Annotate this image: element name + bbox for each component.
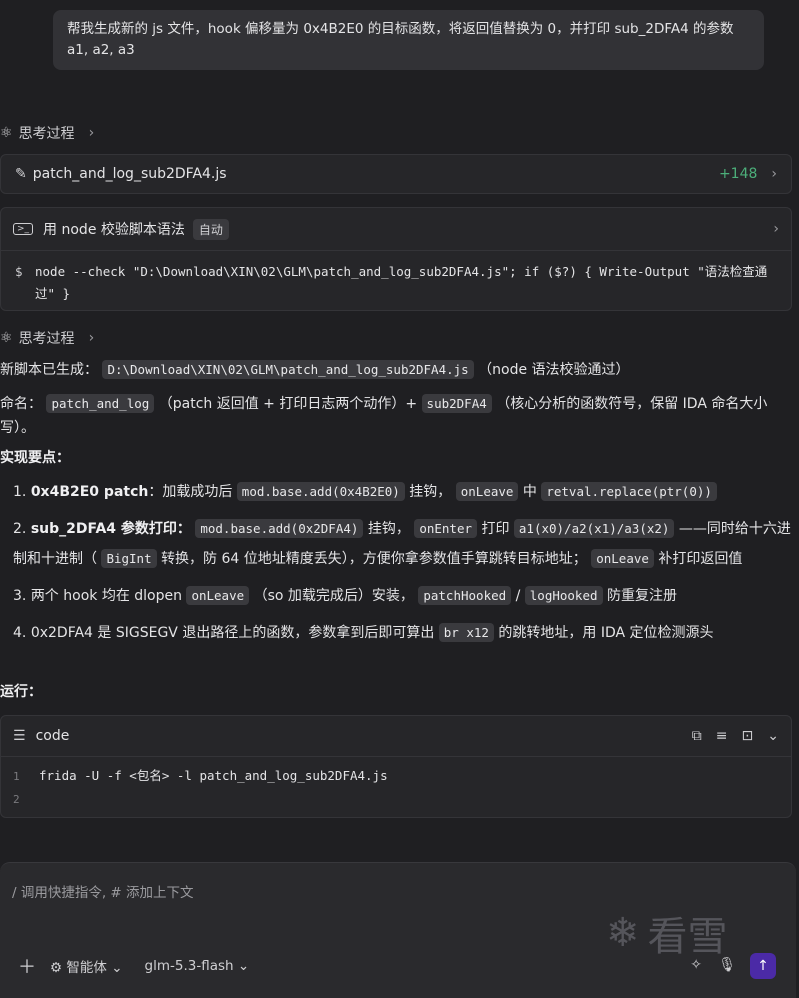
chevron-right-icon: › [88,125,95,141]
insert-icon[interactable]: ⊡ [742,728,754,744]
chevron-down-icon: ⌄ [111,960,123,976]
user-message-text: 帮我生成新的 js 文件，hook 偏移量为 0x4B2E0 的目标函数，将返回… [67,21,734,58]
think-label: 思考过程 [18,126,75,142]
prompt-dollar: $ [15,264,23,279]
edit-icon: ✎ [15,166,27,182]
naming-line: 命名： patch_and_log （patch 返回值 + 打印日志两个动作）… [0,394,768,436]
file-path-code: D:\Download\XIN\02\GLM\patch_and_log_sub… [102,360,474,379]
agent-selector[interactable]: ⚙ 智能体 ⌄ [50,956,123,976]
file-name: patch_and_log_sub2DFA4.js [32,166,227,182]
chevron-right-icon: › [771,166,777,182]
chevron-right-icon: › [773,221,779,237]
chevron-down-icon: ⌄ [237,958,250,974]
code-lines: 1 frida -U -f <包名> -l patch_and_log_sub2D… [1,757,791,819]
code-line: 2 [13,793,20,806]
plus-icon[interactable]: ＋ [18,953,36,979]
think-toggle-1[interactable]: ⚛ 思考过程 › [0,123,94,143]
watermark: ❄ 看雪 [606,904,728,962]
think-toggle-2[interactable]: ⚛ 思考过程 › [0,328,94,348]
code-lang-label: code [35,728,70,744]
wrap-icon[interactable]: ≡ [716,728,728,744]
atom-icon: ⚛ [0,330,13,346]
send-button[interactable]: ↑ [750,953,776,979]
list-item: 3. 两个 hook 均在 dlopen onLeave （so 加载完成后）安… [13,586,677,605]
terminal-icon: >_ [13,223,34,235]
agent-icon: ⚙ [50,960,63,976]
command-header[interactable]: >_ 用 node 校验脚本语法 自动 › [1,208,791,251]
chat-input[interactable]: / 调用快捷指令, # 添加上下文 [12,881,194,901]
code-line: 1 frida -U -f <包名> -l patch_and_log_sub2D… [13,768,388,783]
code-block: ☰ code ⧉ ≡ ⊡ ⌄ 1 frida -U -f <包名> -l patc… [0,715,792,818]
watermark-text: 看雪 [647,914,728,960]
list-item: 1. 0x4B2E0 patch：加载成功后 mod.base.add(0x4B… [13,477,795,507]
menu-lines-icon: ☰ [13,728,26,744]
command-block: >_ 用 node 校验脚本语法 自动 › $ node --check "D:… [0,207,792,311]
points-heading: 实现要点： [0,450,70,466]
command-text: node --check "D:\Download\XIN\02\GLM\pat… [35,264,768,301]
copy-icon[interactable]: ⧉ [692,728,702,744]
line-count-badge: +148 [718,166,758,182]
code-header: ☰ code ⧉ ≡ ⊡ ⌄ [1,716,791,757]
points-list: 1. 0x4B2E0 patch：加载成功后 mod.base.add(0x4B… [13,477,795,655]
atom-icon: ⚛ [0,125,13,141]
auto-badge: 自动 [192,218,229,240]
command-title: 用 node 校验脚本语法 [43,222,185,238]
chevron-down-icon[interactable]: ⌄ [767,728,779,744]
chevron-right-icon: › [88,330,95,346]
generated-line: 新脚本已生成： D:\Download\XIN\02\GLM\patch_and… [0,360,630,379]
user-message: 帮我生成新的 js 文件，hook 偏移量为 0x4B2E0 的目标函数，将返回… [53,10,764,70]
think-label: 思考过程 [18,331,75,347]
snowflake-icon: ❄ [606,910,640,956]
model-selector[interactable]: glm-5.3-flash ⌄ [145,958,250,974]
run-heading: 运行： [0,684,42,700]
list-item: 4. 0x2DFA4 是 SIGSEGV 退出路径上的函数，参数拿到后即可算出 … [13,623,714,642]
list-item: 2. sub_2DFA4 参数打印： mod.base.add(0x2DFA4)… [13,519,791,568]
file-change-row[interactable]: ✎ patch_and_log_sub2DFA4.js +148 › [0,154,792,194]
